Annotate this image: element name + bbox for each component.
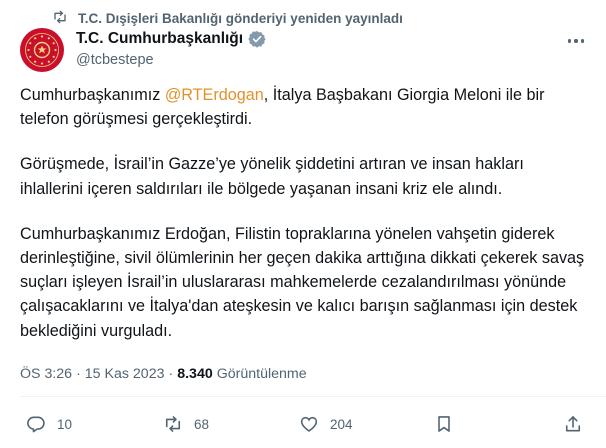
view-count: 8.340 <box>177 366 213 382</box>
meta-separator: · <box>76 366 81 382</box>
tweet-time[interactable]: ÖS 3:26 <box>20 366 72 382</box>
repost-count: 68 <box>194 416 210 432</box>
tweet-meta: ÖS 3:26 · 15 Kas 2023 · 8.340 Görüntülen… <box>20 366 307 382</box>
heart-icon <box>300 416 318 432</box>
meta-separator: · <box>168 366 174 382</box>
more-dot <box>580 39 585 43</box>
tweet-paragraph-2: Görüşmede, İsrail’in Gazze’ye yönelik şi… <box>20 155 524 198</box>
avatar[interactable] <box>20 28 64 72</box>
repost-indicator[interactable]: T.C. Dışişleri Bakanlığı gönderiyi yenid… <box>52 8 403 28</box>
action-bar: 10 68 204 <box>0 410 606 438</box>
author-name[interactable]: T.C. Cumhurbaşkanlığı <box>76 30 243 48</box>
tweet-paragraph-1: Cumhurbaşkanımız @RTErdogan, İtalya Başb… <box>20 83 588 131</box>
more-dot <box>574 39 578 43</box>
repost-button[interactable]: 68 <box>163 414 209 434</box>
reply-button[interactable]: 10 <box>26 414 72 434</box>
reply-count: 10 <box>57 416 73 432</box>
repost-icon <box>52 9 68 28</box>
presidential-seal-icon <box>21 29 63 71</box>
tweet-text-segment: Cumhurbaşkanımız <box>20 86 165 104</box>
divider <box>20 396 606 397</box>
views-label: Görüntülenme <box>216 366 307 382</box>
repost-icon <box>165 416 181 432</box>
verified-badge-icon[interactable] <box>248 30 266 48</box>
more-options-button[interactable] <box>564 33 588 49</box>
bookmark-icon <box>438 416 450 432</box>
share-button[interactable] <box>563 414 583 434</box>
mention-link[interactable]: @RTErdogan <box>165 86 264 104</box>
repost-text: T.C. Dışişleri Bakanlığı gönderiyi yenid… <box>78 10 403 26</box>
reply-icon <box>27 416 45 433</box>
more-dots-icon <box>567 39 572 43</box>
like-button[interactable]: 204 <box>299 414 353 434</box>
tweet-paragraph-3: Cumhurbaşkanımız Erdoğan, Filistin topra… <box>20 224 585 340</box>
share-icon <box>565 416 581 432</box>
author-handle[interactable]: @tcbestepe <box>76 52 266 68</box>
tweet-date[interactable]: 15 Kas 2023 <box>85 366 165 382</box>
author-info: T.C. Cumhurbaşkanlığı @tcbestepe <box>76 30 266 68</box>
like-count: 204 <box>330 416 353 432</box>
bookmark-button[interactable] <box>434 414 454 434</box>
tweet-text: Cumhurbaşkanımız @RTErdogan, İtalya Başb… <box>20 83 588 364</box>
